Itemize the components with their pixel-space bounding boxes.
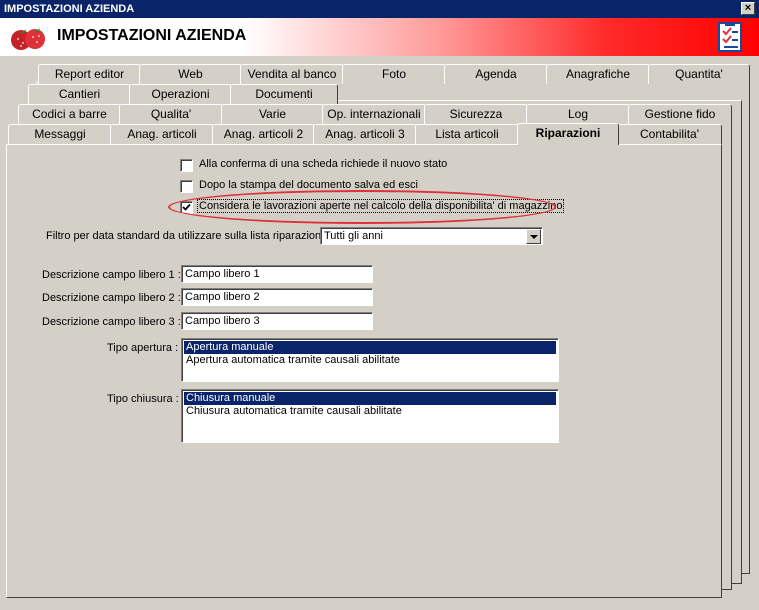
tab-varie[interactable]: Varie: [221, 104, 324, 124]
tipo-chiusura-listbox[interactable]: Chiusura manuale Chiusura automatica tra…: [181, 389, 559, 443]
tab-log[interactable]: Log: [526, 104, 630, 124]
tab-agenda[interactable]: Agenda: [444, 64, 548, 84]
free-field-3-input[interactable]: Campo libero 3: [181, 312, 373, 330]
list-item[interactable]: Chiusura automatica tramite causali abil…: [184, 405, 556, 418]
tab-cantieri[interactable]: Cantieri: [28, 84, 131, 104]
tab-anag-articoli-2[interactable]: Anag. articoli 2: [212, 124, 315, 144]
list-item[interactable]: Apertura manuale: [184, 341, 556, 354]
option-1-label: Alla conferma di una scheda richiede il …: [199, 158, 448, 170]
tab-anagrafiche[interactable]: Anagrafiche: [546, 64, 650, 84]
window-title: IMPOSTAZIONI AZIENDA: [4, 3, 135, 15]
filter-dropdown[interactable]: Tutti gli anni: [320, 227, 543, 245]
list-item[interactable]: Chiusura manuale: [184, 392, 556, 405]
header-banner: IMPOSTAZIONI AZIENDA: [0, 18, 759, 56]
tab-anag-articoli[interactable]: Anag. articoli: [110, 124, 214, 144]
filter-label: Filtro per data standard da utilizzare s…: [46, 230, 330, 242]
free-field-2-input[interactable]: Campo libero 2: [181, 288, 373, 306]
tab-vendita-al-banco[interactable]: Vendita al banco: [240, 64, 344, 84]
filter-value: Tutti gli anni: [324, 230, 383, 242]
tab-foto[interactable]: Foto: [342, 64, 446, 84]
tab-op-internazionali[interactable]: Op. internazionali: [322, 104, 426, 124]
tipo-chiusura-label: Tipo chiusura :: [107, 393, 179, 405]
option-1-checkbox[interactable]: [180, 159, 193, 172]
tipo-apertura-listbox[interactable]: Apertura manuale Apertura automatica tra…: [181, 338, 559, 382]
tab-sicurezza[interactable]: Sicurezza: [424, 104, 528, 124]
tab-lista-articoli[interactable]: Lista articoli: [415, 124, 519, 144]
tab-operazioni[interactable]: Operazioni: [129, 84, 232, 104]
tab-quantita[interactable]: Quantita': [648, 64, 750, 84]
tab-report-editor[interactable]: Report editor: [38, 64, 141, 84]
header-title: IMPOSTAZIONI AZIENDA: [57, 27, 247, 44]
free-field-1-input[interactable]: Campo libero 1: [181, 265, 373, 283]
tab-anag-articoli-3[interactable]: Anag. articoli 3: [313, 124, 417, 144]
highlight-ellipse: [168, 190, 556, 224]
tab-web[interactable]: Web: [139, 64, 242, 84]
strawberry-logo-icon: [11, 28, 45, 50]
free-field-3-label: Descrizione campo libero 3 :: [42, 316, 181, 328]
title-bar: IMPOSTAZIONI AZIENDA ×: [0, 0, 759, 18]
tab-contabilita[interactable]: Contabilita': [617, 124, 722, 144]
free-field-2-label: Descrizione campo libero 2 :: [42, 292, 181, 304]
tab-riparazioni[interactable]: Riparazioni: [517, 123, 619, 145]
settings-window: IMPOSTAZIONI AZIENDA × IMPOSTAZIONI AZIE…: [0, 0, 759, 610]
free-field-1-label: Descrizione campo libero 1 :: [42, 269, 181, 281]
tipo-apertura-label: Tipo apertura :: [107, 342, 179, 354]
chevron-down-icon[interactable]: [526, 229, 541, 244]
tab-messaggi[interactable]: Messaggi: [8, 124, 112, 144]
tab-qualita[interactable]: Qualita': [119, 104, 223, 124]
tab-codici-a-barre[interactable]: Codici a barre: [18, 104, 121, 124]
tab-gestione-fido[interactable]: Gestione fido: [628, 104, 732, 124]
tab-documenti[interactable]: Documenti: [230, 84, 338, 104]
list-item[interactable]: Apertura automatica tramite causali abil…: [184, 354, 556, 367]
checklist-icon[interactable]: [718, 22, 742, 52]
close-icon[interactable]: ×: [741, 2, 755, 15]
option-2-checkbox[interactable]: [180, 180, 193, 193]
